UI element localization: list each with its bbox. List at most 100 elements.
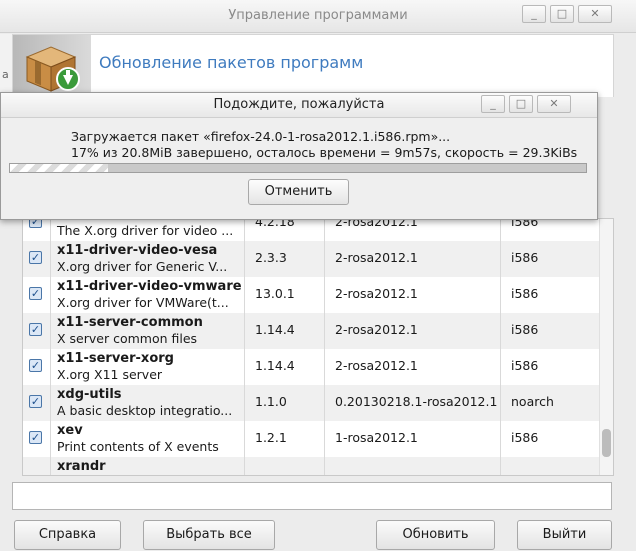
package-list: ✓x11-driver-video-vboxvi...The X.org dri… (22, 218, 614, 476)
package-description: The X.org driver for video ... (57, 223, 234, 238)
package-name: x11-driver-video-vmware (57, 279, 242, 294)
arch-cell: i586 (501, 277, 599, 313)
package-row[interactable]: ✓ x11-driver-video-vmware X.org driver for… (23, 277, 599, 313)
scrollbar-thumb[interactable] (602, 429, 611, 457)
package-description: Print contents of X events (57, 439, 219, 454)
arch-cell: i586 (501, 421, 599, 457)
arch-cell (501, 457, 599, 475)
release-cell: 2-rosa2012.1 (325, 241, 501, 277)
package-row[interactable]: ✓ xev Print contents of X events 1.2.1 1-ros… (23, 421, 599, 457)
package-arch: noarch (511, 394, 554, 409)
checkmark-icon: ✓ (30, 251, 41, 264)
version-cell: 1.1.0 (245, 385, 325, 421)
release-cell: 2-rosa2012.1 (325, 277, 501, 313)
main-minimize-button[interactable]: _ (522, 5, 546, 23)
check-cell: ✓ (23, 219, 51, 241)
package-description: X.org driver for Generic V... (57, 259, 228, 274)
checkmark-icon: ✓ (30, 431, 41, 444)
version-cell: 1.2.1 (245, 421, 325, 457)
name-cell: xrandr (51, 457, 245, 475)
arch-cell: i586 (501, 313, 599, 349)
package-name: xrandr (57, 459, 106, 474)
arch-cell: i586 (501, 349, 599, 385)
dialog-close-button[interactable]: ✕ (537, 95, 571, 113)
dialog-minimize-button[interactable]: _ (481, 95, 505, 113)
header-banner: Обновление пакетов программ (12, 34, 614, 97)
help-button[interactable]: Справка (14, 520, 121, 550)
version-cell (245, 457, 325, 475)
cancel-button[interactable]: Отменить (248, 179, 349, 205)
package-release: 2-rosa2012.1 (335, 358, 418, 373)
check-cell: ✓ (23, 349, 51, 385)
list-scrollbar[interactable] (599, 219, 613, 475)
release-cell: 2-rosa2012.1 (325, 313, 501, 349)
package-arch: i586 (511, 322, 539, 337)
package-info-field[interactable] (12, 482, 612, 510)
package-version: 2.3.3 (255, 250, 287, 265)
package-checkbox[interactable]: ✓ (29, 395, 42, 408)
main-close-button[interactable]: ✕ (578, 5, 612, 23)
background-window-text: a (2, 68, 9, 81)
package-checkbox[interactable]: ✓ (29, 287, 42, 300)
package-name: xev (57, 423, 83, 438)
progress-bar-fill (10, 164, 108, 172)
package-version: 13.0.1 (255, 286, 295, 301)
dialog-maximize-button[interactable]: □ (509, 95, 533, 113)
package-checkbox[interactable]: ✓ (29, 251, 42, 264)
arch-cell: i586 (501, 241, 599, 277)
progress-bar (9, 163, 587, 173)
package-release: 0.20130218.1-rosa2012.1 (335, 394, 498, 409)
package-arch: i586 (511, 430, 539, 445)
package-version: 1.14.4 (255, 322, 295, 337)
package-name: x11-server-common (57, 315, 203, 330)
check-cell: ✓ (23, 421, 51, 457)
arch-cell: noarch (501, 385, 599, 421)
version-cell: 2.3.3 (245, 241, 325, 277)
main-titlebar[interactable]: Управление программами _ □ ✕ (0, 0, 636, 33)
dialog-window-controls: _ □ ✕ (477, 95, 571, 113)
package-arch: i586 (511, 250, 539, 265)
package-checkbox[interactable]: ✓ (29, 359, 42, 372)
quit-button[interactable]: Выйти (517, 520, 612, 550)
package-description: X.org driver for VMWare(t... (57, 295, 229, 310)
main-maximize-button[interactable]: □ (550, 5, 574, 23)
package-update-icon (25, 46, 80, 92)
package-release: 2-rosa2012.1 (335, 322, 418, 337)
checkmark-icon: ✓ (30, 323, 41, 336)
package-description: X.org X11 server (57, 367, 163, 382)
main-window: Управление программами _ □ ✕ a Обновлени… (0, 0, 636, 551)
check-cell: ✓ (23, 277, 51, 313)
release-cell (325, 457, 501, 475)
package-arch: i586 (511, 358, 539, 373)
version-cell: 13.0.1 (245, 277, 325, 313)
name-cell: x11-driver-video-vesa X.org driver for Ge… (51, 241, 245, 277)
package-row[interactable]: ✓ xdg-utils A basic desktop integratio... 1… (23, 385, 599, 421)
release-cell: 2-rosa2012.1 (325, 349, 501, 385)
version-cell: 1.14.4 (245, 349, 325, 385)
check-cell: ✓ (23, 313, 51, 349)
release-cell: 0.20130218.1-rosa2012.1 (325, 385, 501, 421)
package-row[interactable]: ✓x11-driver-video-vboxvi...The X.org dri… (23, 219, 599, 241)
package-name: xdg-utils (57, 387, 122, 402)
download-status-text: Загружается пакет «firefox-24.0-1-rosa20… (71, 129, 451, 144)
check-cell: ✓ (23, 241, 51, 277)
package-row[interactable]: ✓ x11-driver-video-vesa X.org driver for G… (23, 241, 599, 277)
check-cell: ✓ (23, 385, 51, 421)
package-row[interactable]: ✓ x11-server-common X server common files 1… (23, 313, 599, 349)
package-row[interactable]: ✓ x11-server-xorg X.org X11 server 1.14.4 2-… (23, 349, 599, 385)
version-cell: 4.2.18 (245, 219, 325, 241)
dialog-titlebar[interactable]: Подождите, пожалуйста _ □ ✕ (1, 93, 597, 118)
progress-dialog: Подождите, пожалуйста _ □ ✕ Загружается … (0, 92, 598, 220)
check-cell (23, 457, 51, 475)
package-version: 1.14.4 (255, 358, 295, 373)
update-button[interactable]: Обновить (376, 520, 495, 550)
package-checkbox[interactable]: ✓ (29, 431, 42, 444)
package-checkbox[interactable]: ✓ (29, 323, 42, 336)
release-cell: 1-rosa2012.1 (325, 421, 501, 457)
select-all-button[interactable]: Выбрать все (143, 520, 275, 550)
package-release: 1-rosa2012.1 (335, 430, 418, 445)
package-release: 2-rosa2012.1 (335, 250, 418, 265)
name-cell: x11-driver-video-vboxvi...The X.org driv… (51, 219, 246, 241)
checkmark-icon: ✓ (30, 287, 41, 300)
package-row[interactable]: xrandr (23, 457, 599, 475)
